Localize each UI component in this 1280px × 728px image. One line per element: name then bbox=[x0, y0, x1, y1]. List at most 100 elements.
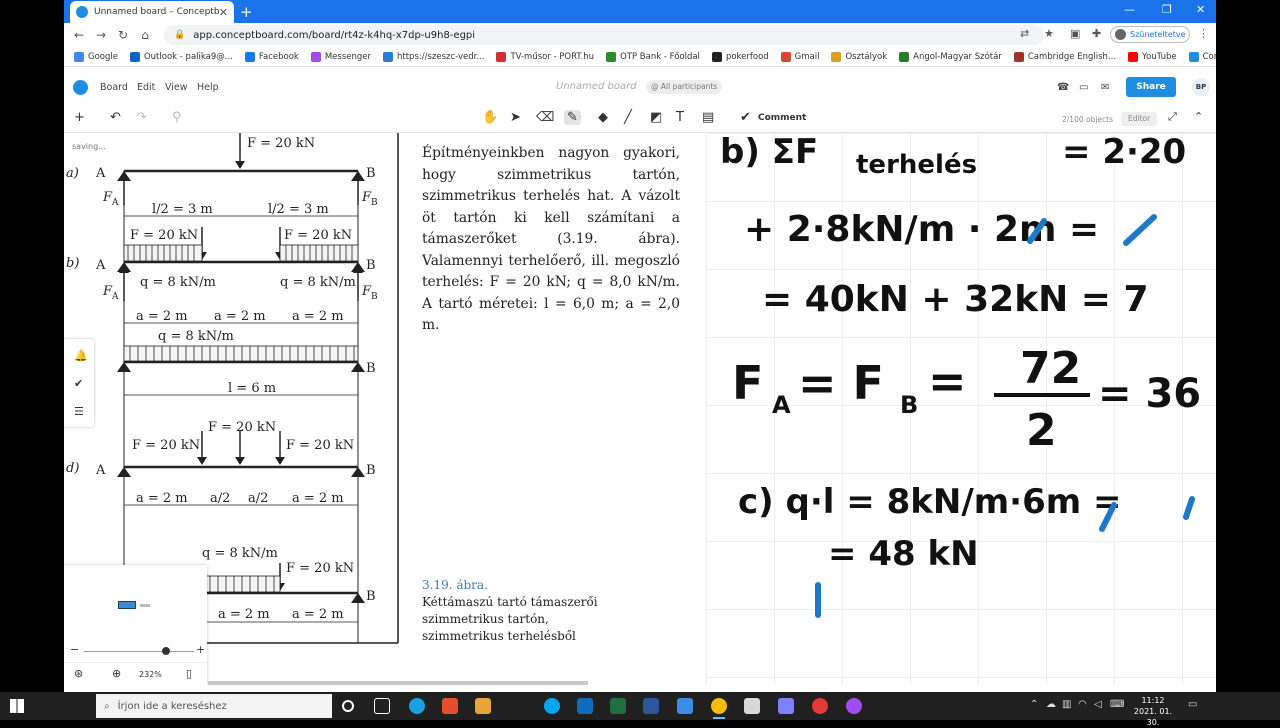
forward-icon[interactable]: → bbox=[90, 28, 112, 42]
board-canvas[interactable]: a) b) d) A B A B B A B B F A F B F A F B… bbox=[64, 133, 1216, 685]
bookmark-item[interactable]: Conceptboard bbox=[1188, 51, 1216, 62]
bookmark-item[interactable]: pokerfood bbox=[711, 51, 769, 62]
bookmark-item[interactable]: Osztályok bbox=[831, 51, 887, 62]
menu-view[interactable]: View bbox=[165, 82, 188, 93]
present-icon[interactable]: ▭ bbox=[1079, 82, 1088, 93]
zoom-magnifier-icon[interactable]: ⊕ bbox=[112, 667, 121, 680]
conceptboard-logo[interactable] bbox=[73, 80, 88, 95]
messenger-icon[interactable] bbox=[846, 698, 862, 714]
bookmark-item[interactable]: Messenger bbox=[310, 51, 371, 62]
zoom-slider[interactable] bbox=[84, 651, 194, 652]
file-explorer-icon[interactable] bbox=[475, 698, 491, 714]
task-view-icon[interactable] bbox=[374, 698, 390, 714]
phone-icon[interactable]: ☎ bbox=[1057, 82, 1069, 93]
undo-icon[interactable]: ↶ bbox=[110, 110, 121, 125]
mouse-mode-icon[interactable]: ▯ bbox=[186, 667, 192, 680]
close-tab-icon[interactable]: ✕ bbox=[219, 6, 228, 19]
line-tool-icon[interactable]: ╱ bbox=[624, 110, 632, 125]
bookmark-item[interactable]: YouTube bbox=[1128, 51, 1177, 62]
collapse-toolbar-icon[interactable]: ⌃ bbox=[1194, 110, 1203, 123]
bookmark-item[interactable]: Angol-Magyar Szótár bbox=[899, 51, 1002, 62]
navigate-compass-icon[interactable]: ⊛ bbox=[74, 667, 83, 680]
extension-icon[interactable]: ▣ bbox=[1070, 27, 1080, 40]
whiteboard-area[interactable]: b) ΣF terhelés = 2·20 + 2·8kN/m · 2m = =… bbox=[706, 133, 1216, 685]
bookmark-item[interactable]: Gmail bbox=[780, 51, 819, 62]
redo-icon[interactable]: ↷ bbox=[136, 110, 147, 125]
bookmark-item[interactable]: Facebook bbox=[244, 51, 299, 62]
translate-icon[interactable]: ⇄ bbox=[1020, 27, 1029, 40]
shape-tool-icon[interactable]: ◩ bbox=[650, 110, 662, 125]
zoom-slider-knob[interactable] bbox=[162, 647, 170, 655]
keyboard-icon[interactable]: ⌨ bbox=[1110, 699, 1124, 710]
minimize-icon[interactable]: — bbox=[1124, 3, 1135, 16]
word-icon[interactable] bbox=[643, 698, 659, 714]
user-avatar[interactable]: BP bbox=[1192, 78, 1210, 96]
taskbar-search[interactable]: ⌕ Írjon ide a kereséshez bbox=[96, 694, 332, 718]
edge-icon[interactable] bbox=[409, 698, 425, 714]
system-clock[interactable]: 11:12 2021. 01. 30. bbox=[1130, 695, 1176, 728]
sticky-note-icon[interactable]: ▤ bbox=[702, 110, 714, 125]
bookmark-item[interactable]: Cambridge English... bbox=[1013, 51, 1116, 62]
onedrive-icon[interactable]: ☁ bbox=[1046, 699, 1056, 710]
zoom-out-icon[interactable]: − bbox=[70, 643, 79, 656]
notepad-icon[interactable] bbox=[744, 698, 760, 714]
comment-button[interactable]: Comment bbox=[758, 113, 806, 123]
outlook-icon[interactable] bbox=[577, 698, 593, 714]
teamviewer-icon[interactable] bbox=[544, 698, 560, 714]
participants-badge[interactable]: @ All participants bbox=[646, 80, 723, 94]
address-bar[interactable]: 🔒 app.conceptboard.com/board/rt4z-k4hq-x… bbox=[164, 25, 1044, 45]
menu-help[interactable]: Help bbox=[197, 82, 219, 93]
comment-icon[interactable]: ✔ bbox=[740, 110, 751, 125]
support-A-a: A bbox=[95, 166, 106, 181]
reload-icon[interactable]: ↻ bbox=[112, 28, 134, 42]
add-icon[interactable]: + bbox=[74, 110, 85, 125]
home-icon[interactable]: ⌂ bbox=[134, 28, 156, 42]
back-icon[interactable]: ← bbox=[68, 28, 90, 42]
restore-icon[interactable]: ❐ bbox=[1162, 3, 1172, 16]
bookmark-item[interactable]: Google bbox=[74, 51, 118, 62]
recorder-icon[interactable] bbox=[812, 698, 828, 714]
eraser-tool-icon[interactable]: ⌫ bbox=[536, 110, 554, 125]
windows-start-icon[interactable] bbox=[10, 699, 24, 713]
menu-dots-icon[interactable]: ⋮ bbox=[1198, 27, 1209, 40]
bookmark-item[interactable]: OTP Bank - Főoldal bbox=[606, 51, 700, 62]
bookmark-item[interactable]: https://szeszc-vedr... bbox=[383, 51, 484, 62]
puzzle-icon[interactable]: ✚ bbox=[1092, 27, 1101, 40]
menu-board[interactable]: Board bbox=[100, 82, 128, 93]
new-tab-icon[interactable]: + bbox=[240, 3, 253, 21]
notification-bell-icon[interactable]: 🔔 bbox=[74, 349, 88, 362]
marker-tool-icon[interactable]: ◆ bbox=[598, 110, 608, 125]
text-tool-icon[interactable]: T bbox=[676, 110, 684, 125]
cortana-icon[interactable] bbox=[342, 700, 354, 712]
horizontal-scrollbar[interactable] bbox=[208, 681, 588, 685]
close-window-icon[interactable]: ✕ bbox=[1196, 3, 1205, 16]
select-tool-icon[interactable]: ➤ bbox=[510, 110, 521, 125]
format-painter-icon[interactable]: ⚲ bbox=[172, 110, 182, 125]
share-button[interactable]: Share bbox=[1126, 77, 1176, 97]
action-center-icon[interactable]: ▭ bbox=[1188, 699, 1197, 710]
menu-edit[interactable]: Edit bbox=[137, 82, 155, 93]
save-app-icon[interactable] bbox=[778, 698, 794, 714]
mail-icon[interactable] bbox=[677, 698, 693, 714]
zoom-in-icon[interactable]: + bbox=[196, 643, 205, 656]
bookmark-star-icon[interactable]: ★ bbox=[1044, 27, 1054, 40]
excel-icon[interactable] bbox=[610, 698, 626, 714]
browser-tab[interactable]: Unnamed board – Conceptboard ✕ bbox=[70, 1, 234, 23]
pen-tool-icon[interactable]: ✎ bbox=[564, 110, 581, 125]
chrome-icon[interactable] bbox=[711, 698, 727, 719]
list-icon[interactable]: ☰ bbox=[74, 405, 84, 418]
volume-icon[interactable]: ◁ bbox=[1094, 699, 1102, 710]
tasks-check-icon[interactable]: ✔ bbox=[74, 377, 83, 390]
network-icon[interactable]: ▥ bbox=[1062, 699, 1071, 710]
minimap-viewport[interactable] bbox=[118, 601, 136, 609]
office-icon[interactable] bbox=[442, 698, 458, 714]
wifi-icon[interactable]: ◠ bbox=[1078, 699, 1087, 710]
tray-chevron-icon[interactable]: ⌃ bbox=[1030, 699, 1038, 710]
bookmark-item[interactable]: Outlook - palika9@... bbox=[129, 51, 233, 62]
chat-icon[interactable]: ✉ bbox=[1101, 82, 1109, 93]
hand-tool-icon[interactable]: ✋ bbox=[482, 110, 498, 125]
fullscreen-icon[interactable]: ⤢ bbox=[1168, 110, 1177, 124]
profile-button[interactable]: Szüneteltetve bbox=[1110, 26, 1190, 43]
bookmark-item[interactable]: TV-műsor - PORT.hu bbox=[496, 51, 594, 62]
board-name[interactable]: Unnamed board bbox=[556, 81, 637, 92]
